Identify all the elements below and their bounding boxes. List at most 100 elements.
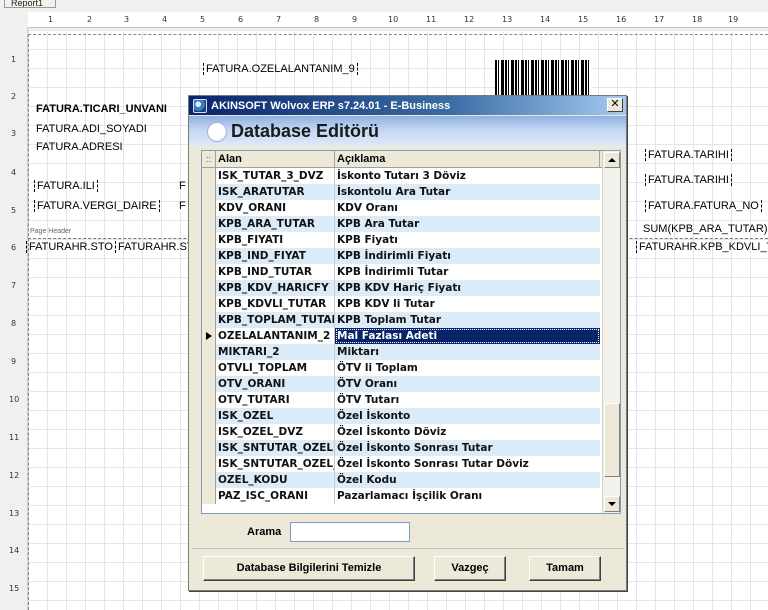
report-field-tarihi[interactable]: FATURA.TARIHI	[645, 174, 732, 186]
cell-aciklama[interactable]: KPB İndirimli Fiyatı	[335, 248, 600, 264]
table-row[interactable]: ISK_OZEL_DVZ Özel İskonto Döviz	[202, 424, 602, 440]
cell-aciklama[interactable]: Özel İskonto	[335, 408, 600, 424]
report-field-sto[interactable]: FATURAHR.STO	[26, 241, 116, 253]
cell-alan[interactable]: ISK_OZEL_DVZ	[216, 424, 335, 440]
cell-alan[interactable]: ISK_OZEL	[216, 408, 335, 424]
scroll-down-icon[interactable]	[604, 496, 620, 512]
dialog-titlebar[interactable]: AKINSOFT Wolvox ERP s7.24.01 - E-Busines…	[189, 96, 626, 115]
table-row[interactable]: ISK_SNTUTAR_OZEL Özel İskonto Sonrası Tut…	[202, 440, 602, 456]
table-row[interactable]: KDV_ORANI KDV Oranı	[202, 200, 602, 216]
vertical-scrollbar[interactable]	[602, 151, 620, 513]
cell-alan[interactable]: KDV_ORANI	[216, 200, 335, 216]
report-field-sum[interactable]: SUM(KPB_ARA_TUTAR)	[643, 223, 767, 235]
report-field-ozelalantanim[interactable]: FATURA.OZELALANTANIM_9	[203, 63, 358, 75]
table-row[interactable]: OTV_TUTARI ÖTV Tutarı	[202, 392, 602, 408]
cell-aciklama[interactable]: KPB KDV li Tutar	[335, 296, 600, 312]
cell-aciklama[interactable]: KPB Ara Tutar	[335, 216, 600, 232]
column-header-alan[interactable]: Alan	[216, 151, 335, 168]
table-row[interactable]: ISK_OZEL Özel İskonto	[202, 408, 602, 424]
report-field-partial[interactable]: F	[179, 180, 186, 192]
cell-aciklama[interactable]: KPB Toplam Tutar	[335, 312, 600, 328]
table-row[interactable]: KPB_ARA_TUTAR KPB Ara Tutar	[202, 216, 602, 232]
cell-aciklama[interactable]: ÖTV Tutarı	[335, 392, 600, 408]
cell-alan[interactable]: ISK_SNTUTAR_OZEL	[216, 440, 335, 456]
report-field-partial[interactable]: F	[179, 200, 186, 212]
cell-aciklama[interactable]: KDV Oranı	[335, 200, 600, 216]
cell-aciklama[interactable]: Özel İskonto Sonrası Tutar	[335, 440, 600, 456]
report-field-st[interactable]: FATURAHR.ST	[115, 241, 197, 253]
cell-aciklama[interactable]: ÖTV Oranı	[335, 376, 600, 392]
grid-indicator-header[interactable]: ::	[202, 151, 216, 168]
table-row-selected[interactable]: OZELALANTANIM_2 Mal Fazlası Adeti	[202, 328, 602, 344]
cell-alan[interactable]: KPB_IND_TUTAR	[216, 264, 335, 280]
report-field-kdvli[interactable]: FATURAHR.KPB_KDVLI_T	[636, 241, 768, 253]
scroll-up-icon[interactable]	[604, 152, 620, 168]
table-row[interactable]: MIKTARI_2 Miktarı	[202, 344, 602, 360]
barcode-icon[interactable]	[495, 60, 591, 96]
cell-alan[interactable]: OTV_TUTARI	[216, 392, 335, 408]
table-row[interactable]: KPB_IND_TUTAR KPB İndirimli Tutar	[202, 264, 602, 280]
clear-database-button[interactable]: Database Bilgilerini Temizle	[203, 556, 415, 581]
cell-alan[interactable]: KPB_IND_FIYAT	[216, 248, 335, 264]
ok-button[interactable]: Tamam	[529, 556, 601, 581]
cell-alan[interactable]: KPB_TOPLAM_TUTAR	[216, 312, 335, 328]
cell-aciklama[interactable]: KPB Fiyatı	[335, 232, 600, 248]
cell-alan[interactable]: MIKTARI_2	[216, 344, 335, 360]
table-row[interactable]: ISK_SNTUTAR_OZEL_ Özel İskonto Sonrası Tu…	[202, 456, 602, 472]
row-indicator	[202, 456, 216, 472]
table-row[interactable]: KPB_KDVLI_TUTAR KPB KDV li Tutar	[202, 296, 602, 312]
report-field-adi-soyadi[interactable]: FATURA.ADI_SOYADI	[36, 123, 147, 135]
cell-aciklama[interactable]: ÖTV li Toplam	[335, 360, 600, 376]
cell-alan[interactable]: OZELALANTANIM_2	[216, 328, 335, 344]
report-tab[interactable]: Report1	[4, 0, 56, 8]
cell-alan[interactable]: ISK_ARATUTAR	[216, 184, 335, 200]
cell-aciklama[interactable]: KPB KDV Hariç Fiyatı	[335, 280, 600, 296]
fields-grid[interactable]: :: Alan Açıklama ISK_TUTAR_3_DVZ İskonto …	[201, 150, 621, 514]
table-row[interactable]: OTVLI_TOPLAM ÖTV li Toplam	[202, 360, 602, 376]
row-indicator	[202, 408, 216, 424]
cell-aciklama[interactable]: KPB İndirimli Tutar	[335, 264, 600, 280]
column-header-aciklama[interactable]: Açıklama	[335, 151, 600, 168]
cell-alan[interactable]: OZEL_KODU	[216, 472, 335, 488]
table-row[interactable]: OTV_ORANI ÖTV Oranı	[202, 376, 602, 392]
cell-aciklama[interactable]: Özel İskonto Döviz	[335, 424, 600, 440]
table-row[interactable]: ISK_TUTAR_3_DVZ İskonto Tutarı 3 Döviz	[202, 168, 602, 184]
cell-aciklama[interactable]: İskontolu Ara Tutar	[335, 184, 600, 200]
report-field-vergi-daire[interactable]: FATURA.VERGI_DAIRE	[34, 200, 160, 212]
table-row[interactable]: KPB_KDV_HARICFY KPB KDV Hariç Fiyatı	[202, 280, 602, 296]
cell-alan[interactable]: KPB_FIYATI	[216, 232, 335, 248]
table-row[interactable]: ISK_ARATUTAR İskontolu Ara Tutar	[202, 184, 602, 200]
horizontal-ruler: 1 2 3 4 5 6 7 8 9 10 11 12 13 14 15 16 1…	[28, 12, 768, 28]
table-row[interactable]: OZEL_KODU Özel Kodu	[202, 472, 602, 488]
cell-alan[interactable]: KPB_ARA_TUTAR	[216, 216, 335, 232]
table-row[interactable]: PAZ_ISC_ORANI Pazarlamacı İşçilik Oranı	[202, 488, 602, 504]
cell-alan[interactable]: ISK_SNTUTAR_OZEL_	[216, 456, 335, 472]
report-field-adresi[interactable]: FATURA.ADRESI	[36, 141, 123, 153]
cell-aciklama[interactable]: İskonto Tutarı 3 Döviz	[335, 168, 600, 184]
cell-aciklama[interactable]: Pazarlamacı İşçilik Oranı	[335, 488, 600, 504]
cell-aciklama[interactable]: Özel İskonto Sonrası Tutar Döviz	[335, 456, 600, 472]
table-row[interactable]: KPB_FIYATI KPB Fiyatı	[202, 232, 602, 248]
search-input[interactable]	[290, 522, 410, 542]
database-editor-dialog: AKINSOFT Wolvox ERP s7.24.01 - E-Busines…	[188, 95, 627, 591]
cell-alan[interactable]: PAZ_ISC_ORANI	[216, 488, 335, 504]
cell-alan[interactable]: OTV_ORANI	[216, 376, 335, 392]
cell-alan[interactable]: OTVLI_TOPLAM	[216, 360, 335, 376]
cell-aciklama[interactable]: Mal Fazlası Adeti	[335, 328, 600, 344]
cell-aciklama[interactable]: Miktarı	[335, 344, 600, 360]
row-indicator	[202, 280, 216, 296]
cell-aciklama[interactable]: Özel Kodu	[335, 472, 600, 488]
ruler-mark: 14	[540, 15, 551, 24]
scroll-thumb[interactable]	[604, 403, 620, 477]
table-row[interactable]: KPB_TOPLAM_TUTAR KPB Toplam Tutar	[202, 312, 602, 328]
cell-alan[interactable]: ISK_TUTAR_3_DVZ	[216, 168, 335, 184]
report-field-fatura-no[interactable]: FATURA.FATURA_NO	[645, 200, 762, 212]
report-field-ili[interactable]: FATURA.ILI	[34, 180, 98, 192]
table-row[interactable]: KPB_IND_FIYAT KPB İndirimli Fiyatı	[202, 248, 602, 264]
report-field-ticari-unvani[interactable]: FATURA.TICARI_UNVANI	[36, 103, 167, 115]
cancel-button[interactable]: Vazgeç	[434, 556, 506, 581]
cell-alan[interactable]: KPB_KDV_HARICFY	[216, 280, 335, 296]
close-button[interactable]: ✕	[607, 98, 623, 112]
report-field-tarihi[interactable]: FATURA.TARIHI	[645, 149, 732, 161]
cell-alan[interactable]: KPB_KDVLI_TUTAR	[216, 296, 335, 312]
